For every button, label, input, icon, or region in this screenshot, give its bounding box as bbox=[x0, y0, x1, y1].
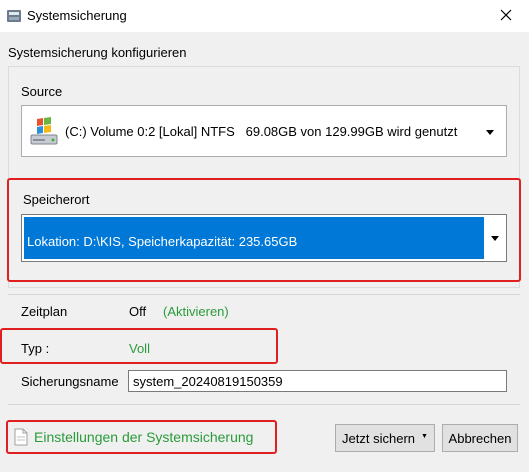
destination-dropdown-button[interactable] bbox=[486, 217, 504, 259]
type-value: Voll bbox=[129, 341, 150, 356]
chevron-down-icon bbox=[491, 235, 499, 241]
window-title: Systemsicherung bbox=[27, 8, 127, 23]
backup-now-button[interactable]: Jetzt sichern ▼ bbox=[335, 424, 435, 452]
source-dropdown-button[interactable] bbox=[481, 122, 498, 142]
backup-name-input[interactable] bbox=[128, 370, 507, 392]
source-value: (C:) Volume 0:2 [Lokal] NTFS 69.08GB von… bbox=[65, 124, 458, 139]
close-button[interactable] bbox=[483, 0, 529, 32]
destination-dropdown[interactable]: Lokation: D:\KIS, Speicherkapazität: 235… bbox=[21, 214, 507, 262]
schedule-activate-link[interactable]: (Aktivieren) bbox=[163, 304, 229, 319]
schedule-value: Off bbox=[129, 304, 147, 319]
document-icon bbox=[12, 427, 30, 447]
backup-now-label: Jetzt sichern bbox=[342, 430, 416, 446]
source-dropdown[interactable]: (C:) Volume 0:2 [Lokal] NTFS 69.08GB von… bbox=[21, 105, 507, 157]
windows-drive-icon bbox=[28, 115, 60, 147]
destination-selected-row: Lokation: D:\KIS, Speicherkapazität: 235… bbox=[24, 217, 484, 259]
chevron-down-icon bbox=[485, 129, 494, 135]
footer-divider bbox=[8, 404, 520, 405]
title-bar: Systemsicherung bbox=[0, 0, 529, 32]
source-label: Source bbox=[21, 84, 63, 99]
type-label: Typ : bbox=[21, 341, 50, 356]
cancel-button[interactable]: Abbrechen bbox=[442, 424, 518, 452]
destination-value: Lokation: D:\KIS, Speicherkapazität: 235… bbox=[27, 234, 298, 249]
schedule-label: Zeitplan bbox=[21, 304, 68, 319]
section-title: Systemsicherung konfigurieren bbox=[8, 45, 187, 60]
backup-name-label: Sicherungsname bbox=[21, 374, 119, 389]
settings-link-label: Einstellungen der Systemsicherung bbox=[34, 429, 254, 445]
cancel-label: Abbrechen bbox=[448, 430, 512, 446]
dropdown-caret-icon: ▼ bbox=[421, 432, 428, 440]
settings-link[interactable]: Einstellungen der Systemsicherung bbox=[12, 427, 253, 447]
backup-app-icon bbox=[6, 9, 22, 23]
close-icon bbox=[500, 9, 512, 24]
destination-label: Speicherort bbox=[23, 192, 90, 207]
divider bbox=[8, 294, 520, 295]
